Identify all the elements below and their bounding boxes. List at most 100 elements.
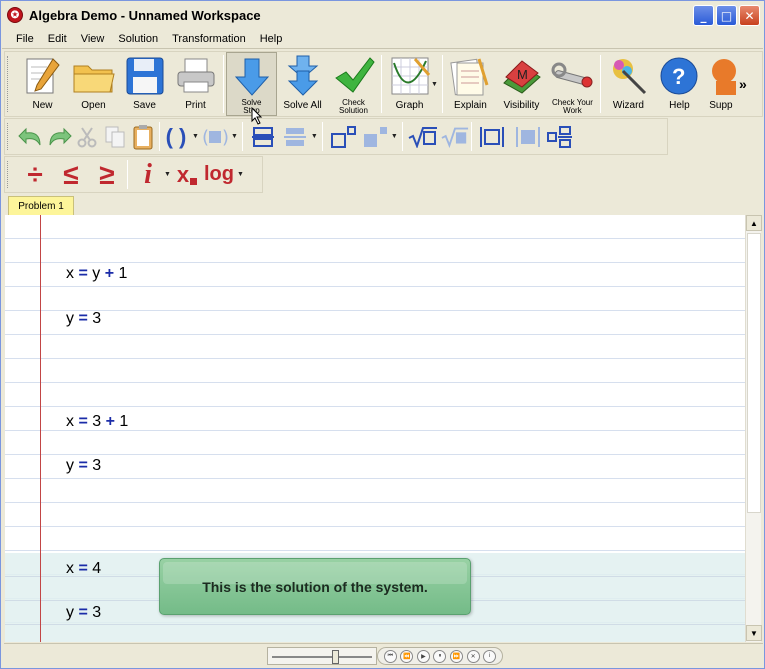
wrench-icon bbox=[550, 55, 594, 97]
explain-button[interactable]: Explain bbox=[445, 52, 496, 116]
menu-solution[interactable]: Solution bbox=[111, 33, 165, 45]
minimize-button[interactable]: _ bbox=[693, 5, 714, 26]
cut-button[interactable] bbox=[73, 119, 101, 154]
log-button[interactable]: log bbox=[201, 157, 237, 192]
menu-file[interactable]: File bbox=[2, 33, 41, 45]
exponent-button[interactable] bbox=[325, 119, 361, 154]
graph-button[interactable]: Graph bbox=[384, 52, 435, 116]
exponent-icon bbox=[330, 125, 356, 148]
wizard-label: Wizard bbox=[612, 100, 644, 111]
visibility-button[interactable]: M Visibility bbox=[496, 52, 547, 116]
vertical-scrollbar[interactable]: ▲ ▼ bbox=[745, 215, 762, 642]
solution-tooltip: This is the solution of the system. bbox=[159, 558, 471, 615]
wizard-button[interactable]: Wizard bbox=[603, 52, 654, 116]
bracket-box-icon: () bbox=[202, 127, 228, 148]
equation-line[interactable]: x = 3 + 1 bbox=[66, 413, 128, 431]
pause-icon[interactable]: ⏸ bbox=[433, 649, 447, 663]
visibility-label: Visibility bbox=[503, 100, 540, 111]
menu-view[interactable]: View bbox=[74, 33, 112, 45]
speed-slider[interactable] bbox=[267, 647, 377, 665]
solve-all-label: Solve All bbox=[283, 100, 322, 111]
mixed-number-button[interactable] bbox=[546, 119, 574, 154]
maximize-button[interactable]: □ bbox=[716, 5, 737, 26]
toolbar-grip[interactable] bbox=[7, 123, 15, 150]
scissors-icon bbox=[77, 126, 97, 147]
print-button[interactable]: Print bbox=[170, 52, 221, 116]
save-label: Save bbox=[133, 100, 156, 111]
new-label: New bbox=[32, 100, 53, 111]
parentheses-dropdown-icon[interactable]: ▼ bbox=[192, 133, 199, 140]
root-filled-button[interactable] bbox=[441, 119, 469, 154]
new-document-icon bbox=[21, 55, 65, 97]
print-label: Print bbox=[185, 100, 206, 111]
equation-line[interactable]: y = 3 bbox=[66, 457, 101, 475]
menu-edit[interactable]: Edit bbox=[41, 33, 74, 45]
exponent-dropdown-icon[interactable]: ▼ bbox=[391, 133, 398, 140]
magic-wand-icon bbox=[606, 55, 650, 97]
tab-problem-1[interactable]: Problem 1 bbox=[8, 196, 74, 215]
log-dropdown-icon[interactable]: ▼ bbox=[237, 171, 244, 178]
undo-button[interactable] bbox=[17, 119, 45, 154]
open-button[interactable]: Open bbox=[68, 52, 119, 116]
paste-button[interactable] bbox=[129, 119, 157, 154]
redo-button[interactable] bbox=[45, 119, 73, 154]
new-button[interactable]: New bbox=[17, 52, 68, 116]
stop-icon[interactable]: ✕ bbox=[466, 649, 480, 663]
window-title: Algebra Demo - Unnamed Workspace bbox=[29, 7, 261, 23]
scroll-thumb[interactable] bbox=[747, 233, 761, 513]
fast-forward-icon[interactable]: ⏩ bbox=[450, 649, 464, 663]
toolbar-overflow-chevron[interactable]: » bbox=[739, 76, 747, 92]
double-down-arrow-icon bbox=[281, 55, 325, 97]
rewind-icon[interactable]: ⏪ bbox=[400, 649, 414, 663]
imaginary-unit-button[interactable]: i bbox=[130, 157, 166, 192]
save-button[interactable]: Save bbox=[119, 52, 170, 116]
support-label: Supp bbox=[709, 100, 733, 111]
fraction-dropdown-icon[interactable]: ▼ bbox=[311, 133, 318, 140]
graph-dropdown-arrow-icon[interactable]: ▼ bbox=[431, 81, 438, 88]
menu-transformation[interactable]: Transformation bbox=[165, 33, 253, 45]
parentheses-button[interactable]: ( ) bbox=[162, 119, 190, 154]
info-icon[interactable]: i bbox=[483, 649, 497, 663]
root-button[interactable] bbox=[405, 119, 441, 154]
less-equal-button[interactable]: ≤ bbox=[53, 157, 89, 192]
equation-line[interactable]: x = y + 1 bbox=[66, 265, 127, 283]
tab-bar: Problem 1 bbox=[4, 194, 763, 215]
mixed-number-icon bbox=[546, 125, 572, 148]
close-button[interactable]: ✕ bbox=[739, 5, 760, 26]
title-bar[interactable]: ✪ Algebra Demo - Unnamed Workspace _ □ ✕ bbox=[1, 1, 764, 29]
absolute-filled-button[interactable] bbox=[510, 119, 546, 154]
scroll-up-button[interactable]: ▲ bbox=[746, 215, 762, 231]
slider-knob[interactable] bbox=[332, 650, 339, 664]
toolbar-grip[interactable] bbox=[7, 161, 15, 188]
help-label: Help bbox=[669, 100, 690, 111]
absolute-value-button[interactable] bbox=[474, 119, 510, 154]
app-logo-icon: ✪ bbox=[7, 7, 23, 23]
play-icon[interactable]: ▶ bbox=[416, 649, 430, 663]
support-button[interactable]: Supp bbox=[705, 52, 737, 116]
checkmark-icon bbox=[332, 55, 376, 97]
check-work-button[interactable]: Check Your Work bbox=[547, 52, 598, 116]
skip-start-icon[interactable]: ⏮ bbox=[383, 649, 397, 663]
equation-line[interactable]: y = 3 bbox=[66, 604, 101, 622]
bracket-box-button[interactable]: () bbox=[201, 119, 229, 154]
equation-line[interactable]: x = 4 bbox=[66, 560, 101, 578]
exponent-filled-button[interactable] bbox=[361, 119, 389, 154]
check-solution-button[interactable]: Check Solution bbox=[328, 52, 379, 116]
copy-button[interactable] bbox=[101, 119, 129, 154]
help-question-icon: ? bbox=[657, 55, 701, 97]
bracket-dropdown-icon[interactable]: ▼ bbox=[231, 133, 238, 140]
subscript-button[interactable]: x bbox=[173, 157, 201, 192]
menu-help[interactable]: Help bbox=[253, 33, 290, 45]
imaginary-dropdown-icon[interactable]: ▼ bbox=[164, 171, 171, 178]
absolute-filled-icon bbox=[515, 126, 540, 147]
scroll-down-button[interactable]: ▼ bbox=[746, 625, 762, 641]
fraction-filled-button[interactable] bbox=[281, 119, 309, 154]
solve-all-button[interactable]: Solve All bbox=[277, 52, 328, 116]
greater-equal-button[interactable]: ≥ bbox=[89, 157, 125, 192]
help-button[interactable]: ? Help bbox=[654, 52, 705, 116]
toolbar-grip[interactable] bbox=[7, 56, 15, 112]
square-root-icon bbox=[408, 126, 437, 148]
equation-line[interactable]: y = 3 bbox=[66, 310, 101, 328]
worksheet-area[interactable]: x = y + 1 y = 3 x = 3 + 1 y = 3 x = 4 y … bbox=[5, 215, 745, 642]
divide-button[interactable]: ÷ bbox=[17, 157, 53, 192]
